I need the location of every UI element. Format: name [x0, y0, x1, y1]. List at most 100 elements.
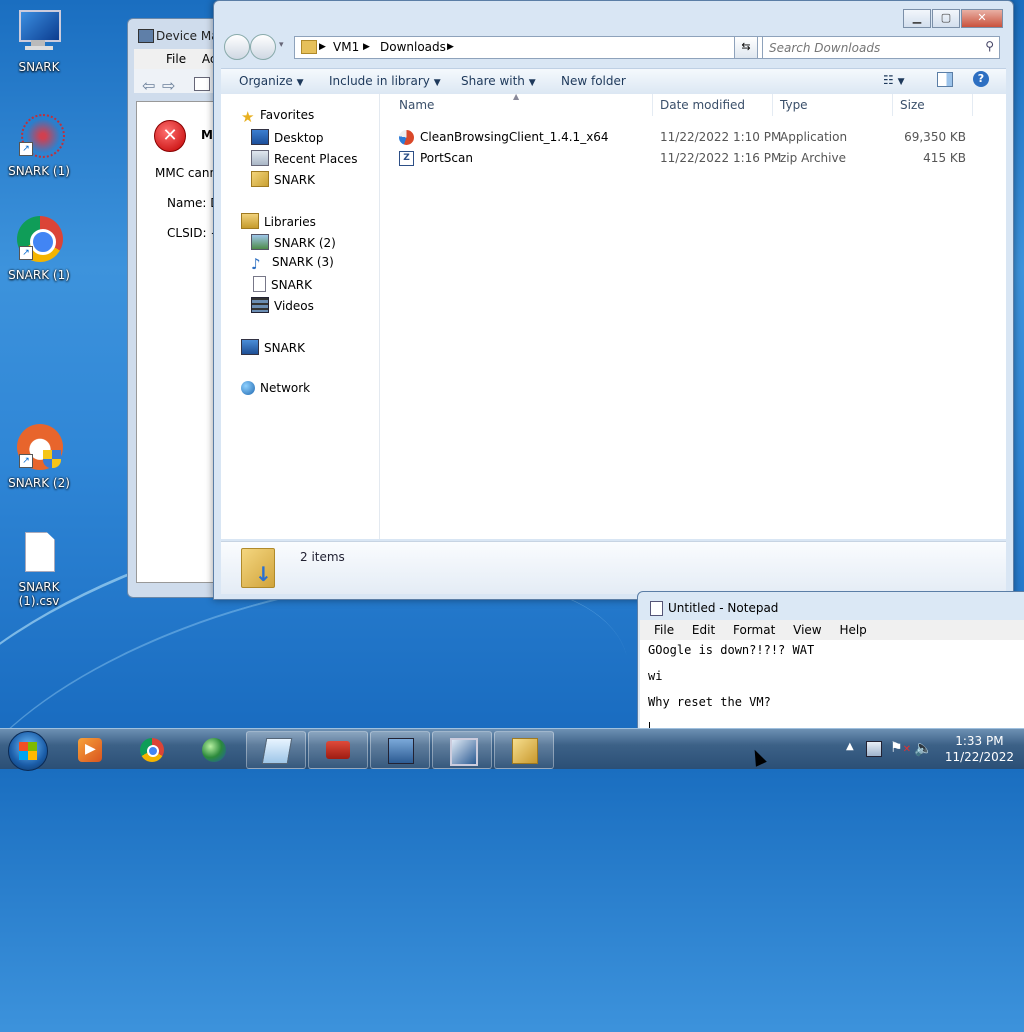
nav-recent-places[interactable]: Recent Places: [251, 150, 357, 166]
nav-computer[interactable]: SNARK: [241, 339, 305, 355]
file-list-header: ▲ Name Date modified Type Size: [380, 92, 1006, 116]
search-input[interactable]: [763, 37, 971, 58]
share-with-button[interactable]: Share with ▼: [461, 74, 536, 88]
desktop-icon-network-shortcut[interactable]: ↗ SNARK (1): [1, 112, 77, 178]
mouse-pointer-icon: [749, 747, 767, 767]
desktop-icon-computer[interactable]: SNARK: [1, 8, 77, 74]
clock-time: 1:33 PM: [955, 734, 1004, 748]
device-manager-icon: [388, 738, 414, 764]
nav-library-music[interactable]: ♪ SNARK (3): [251, 255, 334, 273]
notepad-icon: [650, 601, 663, 616]
error-message: MMC cann: [155, 166, 218, 180]
new-folder-button[interactable]: New folder: [561, 74, 626, 88]
nav-favorite-snark[interactable]: SNARK: [251, 171, 315, 187]
file-size: 69,350 KB: [904, 130, 966, 144]
file-row[interactable]: Z PortScan 11/22/2022 1:16 PM zip Archiv…: [380, 150, 966, 170]
nav-library-videos[interactable]: Videos: [251, 297, 314, 313]
close-button[interactable]: ✕: [961, 9, 1003, 28]
taskbar-network-globe[interactable]: [184, 731, 244, 769]
breadcrumb-arrow-icon[interactable]: ▶: [319, 42, 326, 52]
chrome-icon: ↗: [15, 216, 63, 264]
nav-libraries[interactable]: Libraries: [241, 213, 316, 229]
desktop-icon-csv[interactable]: SNARK (1).csv: [1, 528, 77, 608]
volume-icon[interactable]: 🔈: [914, 739, 933, 757]
clock[interactable]: 1:33 PM 11/22/2022: [945, 733, 1014, 765]
menu-help[interactable]: Help: [839, 623, 866, 637]
nav-favorites[interactable]: ★ Favorites: [241, 108, 314, 126]
error-icon: ✕: [154, 120, 186, 152]
breadcrumb-arrow-icon[interactable]: ▶: [363, 42, 370, 52]
address-bar[interactable]: ▶ VM1 ▶ Downloads ▶ ▼: [294, 36, 764, 59]
music-note-icon: ♪: [251, 255, 261, 273]
refresh-button[interactable]: ⇆: [734, 36, 758, 59]
properties-icon[interactable]: [194, 77, 210, 91]
organize-button[interactable]: Organize ▼: [239, 74, 304, 88]
column-header-name[interactable]: Name: [399, 98, 434, 112]
network-globe-icon: ↗: [15, 112, 65, 160]
menu-file[interactable]: File: [654, 623, 674, 637]
file-name: PortScan: [420, 151, 473, 165]
taskbar-device-manager[interactable]: [370, 731, 430, 769]
taskbar-media-player[interactable]: ▶: [60, 731, 120, 769]
taskbar-chrome[interactable]: [122, 731, 182, 769]
desktop-icon-chrome[interactable]: ↗ SNARK (1): [1, 216, 77, 282]
column-header-date-modified[interactable]: Date modified: [660, 98, 745, 112]
menu-edit[interactable]: Edit: [692, 623, 715, 637]
nav-network[interactable]: Network: [241, 381, 310, 395]
search-icon[interactable]: ⚲: [985, 39, 994, 53]
recent-pages-chevron-icon[interactable]: ▾: [279, 40, 284, 50]
preview-pane-icon[interactable]: [937, 72, 953, 87]
file-date: 11/22/2022 1:10 PM: [660, 130, 782, 144]
taskbar-toolbox[interactable]: [308, 731, 368, 769]
computer-icon: [241, 339, 259, 355]
search-box[interactable]: ⚲: [762, 36, 1000, 59]
shortcut-arrow-icon: ↗: [19, 142, 33, 156]
desktop-icon-installer[interactable]: ↗ SNARK (2): [1, 424, 77, 490]
network-tray-icon[interactable]: [866, 741, 882, 757]
nav-library-documents[interactable]: SNARK: [251, 276, 312, 292]
error-heading: M: [201, 128, 213, 142]
navigation-pane: ★ Favorites Desktop Recent Places SNARK L…: [221, 94, 380, 539]
computer-icon: [15, 8, 63, 56]
star-icon: ★: [241, 108, 255, 126]
column-header-type[interactable]: Type: [780, 98, 808, 112]
notepad-text-area[interactable]: GOogle is down?!?!? WAT wi Why reset the…: [640, 640, 1024, 735]
file-size: 415 KB: [923, 151, 966, 165]
menu-view[interactable]: View: [793, 623, 821, 637]
error-name: Name: D: [167, 196, 220, 210]
action-center-flag-icon[interactable]: ⚑✕: [890, 740, 911, 756]
nav-desktop[interactable]: Desktop: [251, 129, 324, 145]
taskbar-explorer[interactable]: [494, 731, 554, 769]
maximize-button[interactable]: ▢: [932, 9, 960, 28]
menu-file[interactable]: File: [166, 52, 186, 66]
notepad-window[interactable]: Untitled - Notepad File Edit Format View…: [637, 591, 1024, 735]
explorer-window[interactable]: ▁ ▢ ✕ ▾ ▶ VM1 ▶ Downloads ▶ ▼ ⇆ ⚲ Organi…: [213, 0, 1014, 600]
breadcrumb-downloads[interactable]: Downloads: [380, 40, 446, 54]
forward-button[interactable]: [250, 34, 276, 60]
desktop-icon-label: SNARK (1): [8, 268, 70, 282]
breadcrumb-vm1[interactable]: VM1: [333, 40, 359, 54]
file-type: zip Archive: [780, 151, 846, 165]
show-hidden-icons-icon[interactable]: ▲: [846, 741, 854, 752]
view-options-icon[interactable]: ☷ ▼: [883, 73, 905, 87]
nav-library-pictures[interactable]: SNARK (2): [251, 234, 336, 250]
start-button[interactable]: [8, 731, 48, 771]
column-header-size[interactable]: Size: [900, 98, 925, 112]
minimize-button[interactable]: ▁: [903, 9, 931, 28]
text-line: GOogle is down?!?!? WAT: [648, 643, 815, 657]
file-icon: [15, 528, 63, 576]
menu-format[interactable]: Format: [733, 623, 775, 637]
taskbar-notepad[interactable]: [246, 731, 306, 769]
help-icon[interactable]: ?: [973, 71, 989, 87]
back-button[interactable]: [224, 34, 250, 60]
breadcrumb-arrow-icon[interactable]: ▶: [447, 42, 454, 52]
file-row[interactable]: CleanBrowsingClient_1.4.1_x64 11/22/2022…: [380, 129, 966, 149]
pictures-library-icon: [251, 234, 269, 250]
include-in-library-button[interactable]: Include in library ▼: [329, 74, 441, 88]
forward-arrow-icon[interactable]: ⇨: [162, 76, 175, 95]
notepad-menubar: File Edit Format View Help: [640, 620, 1024, 640]
taskbar-remote-desktop[interactable]: [432, 731, 492, 769]
file-name: CleanBrowsingClient_1.4.1_x64: [420, 130, 609, 144]
text-line: wi: [648, 669, 663, 683]
back-arrow-icon[interactable]: ⇦: [142, 76, 155, 95]
